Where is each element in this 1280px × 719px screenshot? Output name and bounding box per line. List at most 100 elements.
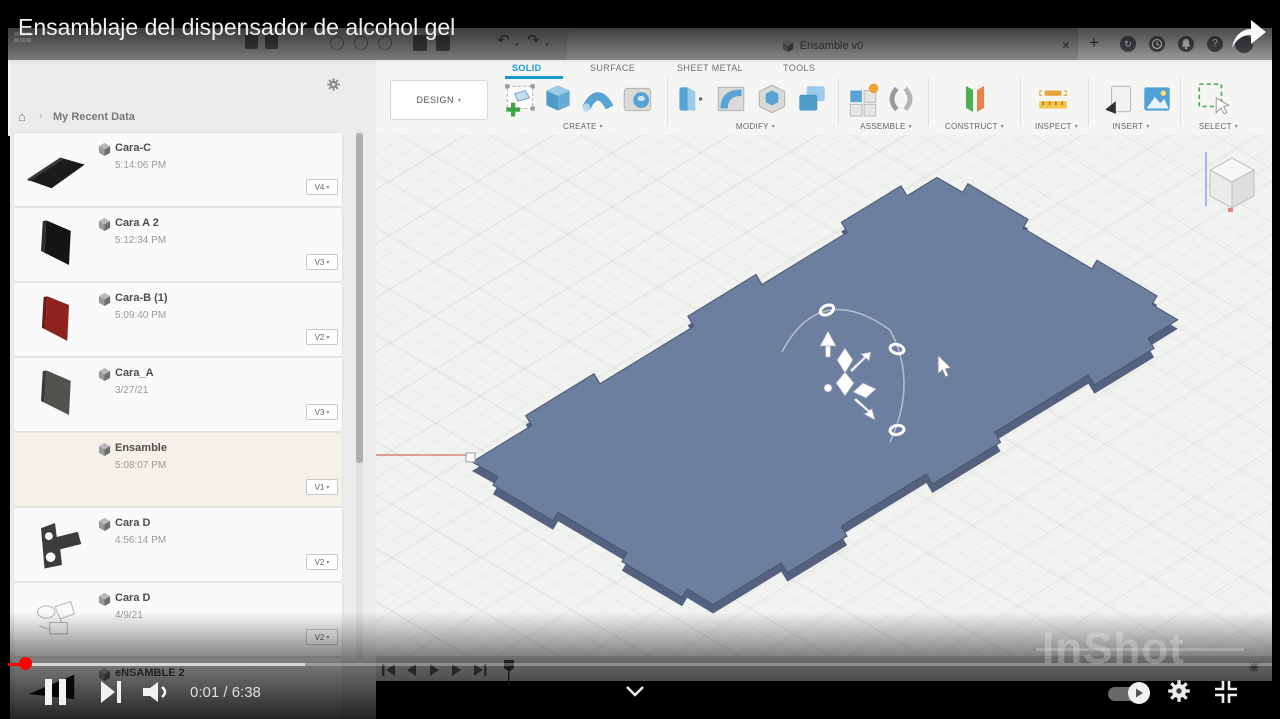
group-modify-label: MODIFY <box>735 121 769 131</box>
item-name: Ensamble <box>115 442 167 454</box>
volume-button[interactable] <box>142 680 174 704</box>
autoplay-play-icon <box>1136 688 1143 698</box>
sweep-icon[interactable] <box>581 81 615 117</box>
version-label: V1 <box>314 482 325 492</box>
list-item-cara-b1[interactable]: Cara-B (1) 5:09:40 PM V2 ▾ <box>14 283 342 356</box>
group-insert-label: INSERT <box>1112 121 1144 131</box>
progress-scrubber[interactable] <box>19 657 32 670</box>
joint-icon[interactable] <box>884 81 918 117</box>
settings-gear-icon[interactable] <box>1166 678 1192 704</box>
item-timestamp: 3/27/21 <box>115 385 149 396</box>
item-timestamp: 5:09:40 PM <box>115 310 167 321</box>
item-name: Cara D <box>115 592 151 604</box>
press-pull-icon[interactable] <box>673 81 707 117</box>
tab-surface[interactable]: SURFACE <box>590 63 635 73</box>
construct-plane-icon[interactable] <box>956 81 992 117</box>
ribbon-divider <box>838 78 839 126</box>
version-badge[interactable]: V4 ▾ <box>306 179 338 195</box>
group-select[interactable]: SELECT ▾ <box>1186 120 1251 132</box>
next-button[interactable] <box>100 681 126 703</box>
progress-loaded[interactable] <box>25 663 305 666</box>
component-cube-icon <box>98 143 111 156</box>
viewport-canvas[interactable] <box>376 135 1272 656</box>
version-badge[interactable]: V3 ▾ <box>306 404 338 420</box>
caret-down-icon: ▾ <box>599 123 603 130</box>
measure-icon[interactable] <box>1036 81 1070 117</box>
caret-down-icon: ▾ <box>326 334 330 341</box>
ribbon-divider <box>1088 78 1089 126</box>
data-panel-gear-icon[interactable] <box>326 77 341 92</box>
tab-sheet-metal[interactable]: SHEET METAL <box>677 63 743 73</box>
caret-down-icon: ▾ <box>326 559 330 566</box>
version-badge[interactable]: V1 ▾ <box>306 479 338 495</box>
sidebar-scrollbar-thumb[interactable] <box>356 133 363 463</box>
video-player[interactable]: ↶ ▾ ↷ ▾ Ensamble v0 × + ↻ ? DESIGN▾ SOLI… <box>0 0 1280 719</box>
combine-icon[interactable] <box>795 81 829 117</box>
tab-tools[interactable]: TOOLS <box>783 63 815 73</box>
breadcrumb[interactable]: My Recent Data <box>53 111 135 123</box>
model-scene <box>465 152 1256 614</box>
center-point-handle[interactable] <box>823 383 833 393</box>
thumbnail-bracket <box>41 523 82 569</box>
video-title[interactable]: Ensamblaje del dispensador de alcohol ge… <box>18 14 455 41</box>
group-construct[interactable]: CONSTRUCT ▾ <box>932 120 1017 132</box>
group-insert[interactable]: INSERT ▾ <box>1096 120 1166 132</box>
origin-marker <box>465 452 476 463</box>
fillet-icon[interactable] <box>714 81 748 117</box>
shell-icon[interactable] <box>755 81 789 117</box>
right-black-bar <box>1272 0 1280 719</box>
list-item-cara-c[interactable]: Cara-C 5:14:06 PM V4 ▾ <box>14 133 342 206</box>
list-item-cara-d1[interactable]: Cara D 4:56:14 PM V2 ▾ <box>14 508 342 581</box>
revolve-icon[interactable] <box>621 81 655 117</box>
group-assemble[interactable]: ASSEMBLE ▾ <box>846 120 926 132</box>
new-component-icon[interactable] <box>846 81 880 117</box>
version-badge[interactable]: V2▾ <box>306 554 338 570</box>
item-name: Cara D <box>115 517 151 529</box>
component-cube-icon <box>98 518 111 531</box>
group-inspect-label: INSPECT <box>1034 121 1072 131</box>
list-item-cara-a[interactable]: Cara_A 3/27/21 V3 ▾ <box>14 358 342 431</box>
caret-down-icon: ▾ <box>1074 123 1079 130</box>
ribbon-divider <box>667 78 668 126</box>
thumbnail-black-plate <box>41 220 71 265</box>
progress-track[interactable] <box>305 663 1272 666</box>
chevron-down-icon[interactable] <box>624 684 646 698</box>
group-create[interactable]: CREATE ▾ <box>503 120 663 132</box>
home-icon[interactable]: ⌂ <box>18 109 26 124</box>
version-label: V2 <box>314 557 325 567</box>
list-item-ensamble[interactable]: Ensamble 5:08:07 PM V1 ▾ <box>14 433 342 506</box>
item-name: Cara_A <box>115 367 154 379</box>
version-label: V4 <box>314 182 325 192</box>
tab-solid[interactable]: SOLID <box>512 63 542 73</box>
insert-image-icon[interactable] <box>1140 81 1174 117</box>
caret-down-icon: ▾ <box>1146 123 1150 130</box>
version-label: V2 <box>314 332 325 342</box>
ribbon-divider <box>928 78 929 126</box>
version-badge[interactable]: V2▾ <box>306 329 338 345</box>
ribbon-divider <box>1020 78 1021 126</box>
caret-down-icon: ▾ <box>326 484 330 491</box>
group-modify[interactable]: MODIFY ▾ <box>673 120 838 132</box>
version-label: V3 <box>314 407 325 417</box>
list-item-cara-a2[interactable]: Cara A 2 5:12:34 PM V3 ▾ <box>14 208 342 281</box>
group-inspect[interactable]: INSPECT ▾ <box>1024 120 1089 132</box>
create-sketch-icon[interactable] <box>503 81 537 117</box>
item-timestamp: 4:56:14 PM <box>115 535 167 546</box>
extrude-icon[interactable] <box>541 81 575 117</box>
component-cube-icon <box>98 293 111 306</box>
item-timestamp: 5:08:07 PM <box>115 460 167 471</box>
select-icon[interactable] <box>1196 81 1230 117</box>
version-label: V3 <box>314 257 325 267</box>
component-cube-icon <box>98 218 111 231</box>
thumbnail-red-plate <box>41 296 69 341</box>
pause-button[interactable] <box>42 678 72 706</box>
caret-down-icon: ▾ <box>1234 123 1239 130</box>
design-workspace-dropdown[interactable]: DESIGN ▾ <box>390 80 488 120</box>
autoplay-knob[interactable] <box>1128 682 1150 704</box>
insert-derive-icon[interactable] <box>1102 81 1136 117</box>
share-icon[interactable] <box>1226 16 1268 52</box>
version-badge[interactable]: V3 ▾ <box>306 254 338 270</box>
shrink-view-button[interactable] <box>1212 679 1240 705</box>
item-timestamp: 5:14:06 PM <box>115 160 167 171</box>
view-cube[interactable] <box>1205 152 1256 212</box>
